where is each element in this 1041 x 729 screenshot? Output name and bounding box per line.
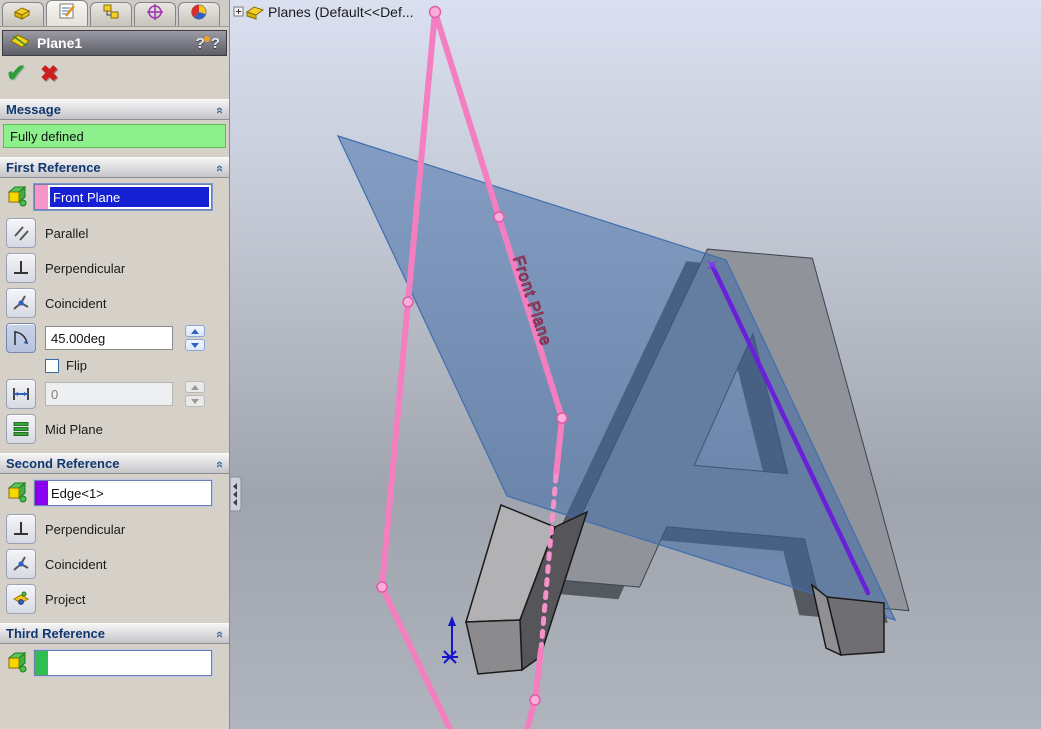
section-first-reference-title: First Reference: [6, 160, 218, 175]
first-reference-selected-item[interactable]: Front Plane: [50, 187, 209, 207]
option-coincident[interactable]: Coincident: [6, 288, 229, 318]
distance-icon[interactable]: [6, 379, 36, 409]
second-reference-selected-item[interactable]: Edge<1>: [48, 481, 211, 505]
offset-spin-up: [185, 381, 205, 393]
parallel-icon[interactable]: [6, 218, 36, 248]
propertymanager-icon: [57, 2, 77, 25]
collapse-chevron-icon[interactable]: «: [213, 165, 228, 170]
displaymanager-icon: [189, 3, 209, 26]
option-parallel[interactable]: Parallel: [6, 218, 229, 248]
option-coincident-2[interactable]: Coincident: [6, 549, 229, 579]
second-reference-swatch: [35, 481, 48, 505]
collapse-chevron-icon[interactable]: «: [213, 631, 228, 636]
ok-button[interactable]: ✔: [6, 64, 26, 84]
tab-featuremanager[interactable]: [2, 2, 44, 26]
mid-plane-icon[interactable]: [6, 414, 36, 444]
option-perpendicular[interactable]: Perpendicular: [6, 253, 229, 283]
origin-triad-icon: [442, 616, 458, 663]
section-second-reference[interactable]: Second Reference «: [0, 453, 229, 474]
panel-splitter-handle[interactable]: [230, 477, 241, 511]
context-help-icon[interactable]: ?: [196, 35, 205, 52]
mid-plane-label: Mid Plane: [45, 422, 103, 437]
perpendicular-icon[interactable]: [6, 514, 36, 544]
coincident-label: Coincident: [45, 296, 106, 311]
coincident-label: Coincident: [45, 557, 106, 572]
collapse-chevron-icon[interactable]: «: [213, 107, 228, 112]
offset-spin-down: [185, 395, 205, 407]
offset-row: 0: [6, 379, 229, 409]
section-message-title: Message: [6, 102, 218, 117]
flip-checkbox[interactable]: [45, 359, 59, 373]
coincident-icon[interactable]: [6, 549, 36, 579]
help-icon[interactable]: ?: [211, 35, 220, 52]
propertymanager-titlebar: Plane1 ? ?: [2, 30, 227, 56]
featuremanager-tree-icon: [12, 3, 34, 26]
perpendicular-icon[interactable]: [6, 253, 36, 283]
angle-spin-down[interactable]: [185, 339, 205, 351]
parallel-label: Parallel: [45, 226, 88, 241]
option-mid-plane[interactable]: Mid Plane: [6, 414, 229, 444]
angle-spin-up[interactable]: [185, 325, 205, 337]
configurationmanager-icon: [101, 3, 121, 26]
panel-title: Plane1: [37, 35, 190, 51]
action-row: ✔ ✖: [0, 56, 229, 90]
option-project[interactable]: Project: [6, 584, 229, 614]
feature-tree-root[interactable]: Planes (Default<<Def...: [234, 4, 414, 20]
cancel-button[interactable]: ✖: [40, 64, 58, 84]
viewport-canvas: A A: [230, 0, 1041, 729]
second-reference-selection-box[interactable]: Edge<1>: [34, 480, 212, 506]
angle-input[interactable]: 45.00deg: [45, 326, 173, 350]
manager-tabbar: [0, 0, 229, 27]
perpendicular-label: Perpendicular: [45, 261, 125, 276]
first-reference-selection-box[interactable]: Front Plane: [34, 184, 212, 210]
coincident-icon[interactable]: [6, 288, 36, 318]
propertymanager-panel: Plane1 ? ? ✔ ✖ Message « Fully defined F…: [0, 0, 230, 729]
project-icon[interactable]: [6, 584, 36, 614]
section-first-reference[interactable]: First Reference «: [0, 157, 229, 178]
part-icon: [247, 7, 263, 19]
third-reference-selected-item[interactable]: [48, 651, 211, 675]
plane-feature-icon: [9, 32, 31, 55]
reference-cube-icon: [6, 650, 28, 679]
flip-row: Flip: [45, 358, 229, 373]
solidworks-window: Plane1 ? ? ✔ ✖ Message « Fully defined F…: [0, 0, 1041, 729]
tab-configurationmanager[interactable]: [90, 2, 132, 26]
section-third-reference-title: Third Reference: [6, 626, 218, 641]
option-perpendicular-2[interactable]: Perpendicular: [6, 514, 229, 544]
project-label: Project: [45, 592, 85, 607]
first-reference-swatch: [35, 185, 48, 209]
section-second-reference-title: Second Reference: [6, 456, 218, 471]
graphics-viewport[interactable]: A A: [230, 0, 1041, 729]
section-message[interactable]: Message «: [0, 99, 229, 120]
feature-tree-root-label: Planes (Default<<Def...: [268, 4, 414, 20]
tab-propertymanager[interactable]: [46, 0, 88, 26]
third-reference-selection-box[interactable]: [34, 650, 212, 676]
angle-icon[interactable]: [6, 323, 36, 353]
angle-row: 45.00deg: [6, 323, 229, 353]
offset-input: 0: [45, 382, 173, 406]
section-third-reference[interactable]: Third Reference «: [0, 623, 229, 644]
reference-cube-icon: [6, 184, 28, 213]
tab-displaymanager[interactable]: [178, 2, 220, 26]
reference-cube-icon: [6, 480, 28, 509]
collapse-chevron-icon[interactable]: «: [213, 461, 228, 466]
perpendicular-label: Perpendicular: [45, 522, 125, 537]
flip-label: Flip: [66, 358, 87, 373]
dimxpertmanager-icon: [145, 3, 165, 26]
status-fully-defined: Fully defined: [3, 124, 226, 148]
third-reference-swatch: [35, 651, 48, 675]
tab-dimxpertmanager[interactable]: [134, 2, 176, 26]
